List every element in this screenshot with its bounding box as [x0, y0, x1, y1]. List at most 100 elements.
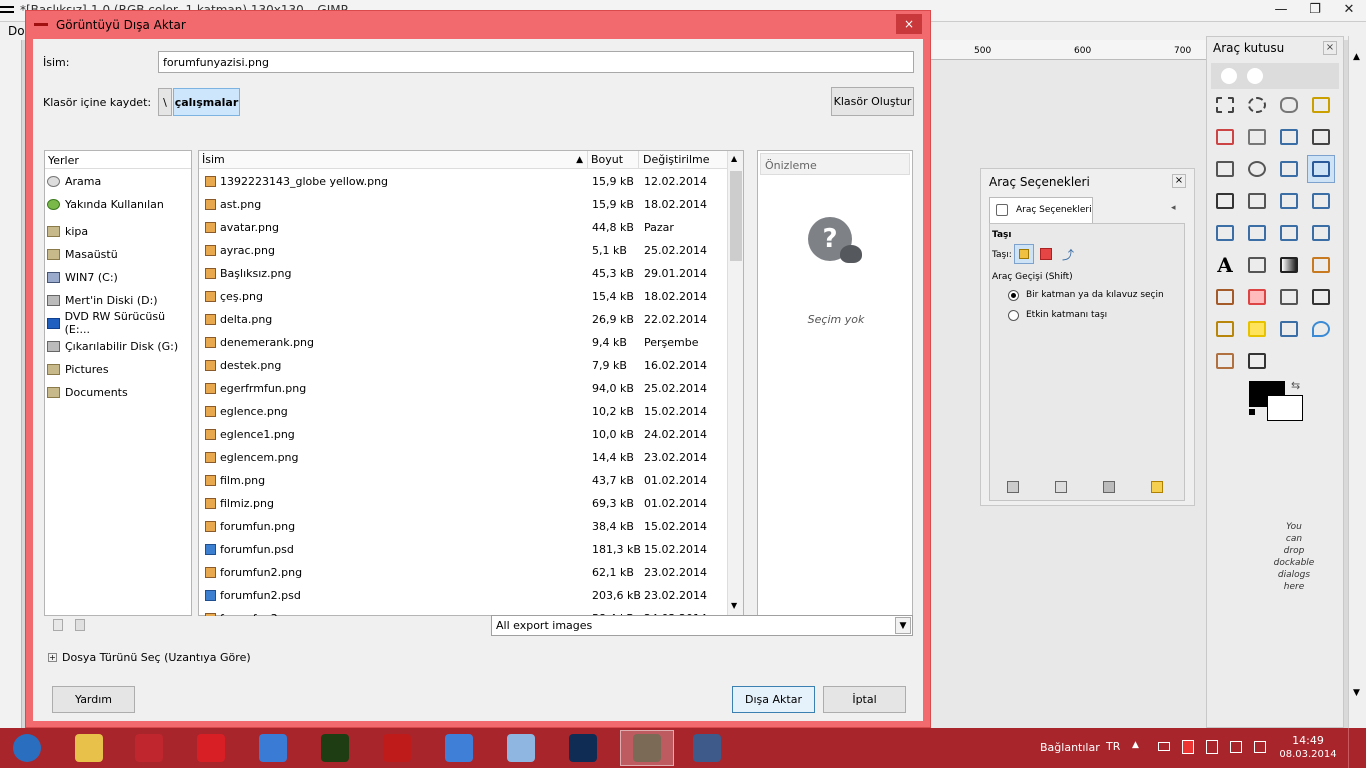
column-name-header[interactable]: İsim ▲ [199, 151, 587, 169]
chevron-down-icon[interactable]: ▼ [895, 617, 911, 634]
place-recent[interactable]: Yakında Kullanılan [47, 194, 189, 214]
dodge-burn-tool-icon[interactable] [1243, 347, 1271, 375]
place-pictures[interactable]: Pictures [47, 359, 189, 379]
taskbar-photoshop-button[interactable] [556, 730, 610, 766]
color-picker-tool-icon[interactable] [1211, 155, 1239, 183]
rotate-tool-icon[interactable] [1275, 187, 1303, 215]
file-row[interactable]: film.png 43,7 kB 01.02.2014 [199, 469, 727, 492]
measure-tool-icon[interactable] [1275, 155, 1303, 183]
device-icon[interactable] [1206, 740, 1218, 754]
file-row[interactable]: ayrac.png 5,1 kB 25.02.2014 [199, 239, 727, 262]
perspective-clone-tool-icon[interactable] [1275, 315, 1303, 343]
heal-tool-icon[interactable] [1243, 315, 1271, 343]
places-header[interactable]: Yerler [45, 151, 191, 169]
tab-menu-icon[interactable]: ◂ [1171, 203, 1176, 213]
column-modified-header[interactable]: Değiştirilme [638, 151, 727, 169]
place-desktop[interactable]: Masaüstü [47, 244, 189, 264]
file-row[interactable]: filmiz.png 69,3 kB 01.02.2014 [199, 492, 727, 515]
column-size-header[interactable]: Boyut [587, 151, 638, 169]
taskbar-dragon-button[interactable] [432, 730, 486, 766]
cage-transform-tool-icon[interactable] [1307, 219, 1335, 247]
text-tool-icon[interactable]: A [1211, 251, 1239, 279]
bucket-fill-tool-icon[interactable] [1243, 251, 1271, 279]
taskbar-media-button[interactable] [122, 730, 176, 766]
file-row[interactable]: destek.png 7,9 kB 16.02.2014 [199, 354, 727, 377]
links-label[interactable]: Bağlantılar [1040, 741, 1100, 754]
file-list-scrollbar[interactable]: ▲ ▼ [727, 151, 743, 615]
move-selection-icon[interactable] [1040, 248, 1052, 260]
file-row[interactable]: eglence.png 10,2 kB 15.02.2014 [199, 400, 727, 423]
taskbar-filezilla-button[interactable] [370, 730, 424, 766]
minimize-button[interactable]: — [1264, 0, 1298, 22]
rect-select-tool-icon[interactable] [1211, 91, 1239, 119]
select-by-color-tool-icon[interactable] [1211, 123, 1239, 151]
pdf-icon[interactable] [1182, 740, 1194, 754]
taskbar-start-button[interactable] [0, 730, 54, 766]
move-layer-icon[interactable] [1014, 244, 1034, 264]
add-bookmark-icon[interactable] [53, 619, 63, 631]
tool-options-close-button[interactable]: × [1172, 174, 1186, 188]
taskbar-dreamweaver-button[interactable] [308, 730, 362, 766]
flag-icon[interactable] [1230, 741, 1242, 753]
paths-tool-icon[interactable] [1307, 123, 1335, 151]
pick-layer-radio[interactable] [1008, 290, 1019, 301]
restore-options-icon[interactable] [1055, 481, 1067, 493]
align-tool-icon[interactable] [1211, 187, 1239, 215]
file-row[interactable]: Başlıksız.png 45,3 kB 29.01.2014 [199, 262, 727, 285]
delete-options-icon[interactable] [1103, 481, 1115, 493]
taskbar-gimp-button[interactable] [620, 730, 674, 766]
export-button[interactable]: Dışa Aktar [732, 686, 815, 713]
default-colors-icon[interactable] [1249, 409, 1255, 415]
zoom-tool-icon[interactable] [1243, 155, 1271, 183]
flip-tool-icon[interactable] [1275, 219, 1303, 247]
file-row[interactable]: eglence1.png 10,0 kB 24.02.2014 [199, 423, 727, 446]
path-folder-button[interactable]: çalışmalar [173, 88, 240, 116]
file-row[interactable]: forumfun2.png 62,1 kB 23.02.2014 [199, 561, 727, 584]
tray-up-icon[interactable]: ▲ [1132, 740, 1139, 750]
maximize-button[interactable]: ❐ [1298, 0, 1332, 22]
cancel-button[interactable]: İptal [823, 686, 906, 713]
foreground-select-tool-icon[interactable] [1275, 123, 1303, 151]
pencil-tool-icon[interactable] [1307, 251, 1335, 279]
file-row[interactable]: forumfun.psd 181,3 kB 15.02.2014 [199, 538, 727, 561]
file-row[interactable]: forumfun.png 38,4 kB 15.02.2014 [199, 515, 727, 538]
file-row[interactable]: egerfrmfun.png 94,0 kB 25.02.2014 [199, 377, 727, 400]
place-drive-c[interactable]: WIN7 (C:) [47, 267, 189, 287]
mail-icon[interactable] [1158, 742, 1170, 751]
file-name-input[interactable]: forumfunyazisi.png [158, 51, 914, 73]
file-row[interactable]: avatar.png 44,8 kB Pazar [199, 216, 727, 239]
file-type-expander[interactable]: Dosya Türünü Seç (Uzantıya Göre) [62, 651, 251, 664]
scroll-up-icon[interactable]: ▲ [1353, 52, 1360, 62]
taskbar-explorer-button[interactable] [62, 730, 116, 766]
clone-tool-icon[interactable] [1211, 315, 1239, 343]
toolbox-close-button[interactable]: × [1323, 41, 1337, 55]
close-window-button[interactable]: ✕ [1332, 0, 1366, 22]
free-select-tool-icon[interactable] [1275, 91, 1303, 119]
tool-options-tab[interactable]: Araç Seçenekleri [989, 197, 1093, 223]
move-tool-icon[interactable] [1307, 155, 1335, 183]
place-documents[interactable]: Documents [47, 382, 189, 402]
file-row[interactable]: 1392223143_globe yellow.png 15,9 kB 12.02.… [199, 170, 727, 193]
file-row[interactable]: denemerank.png 9,4 kB Perşembe [199, 331, 727, 354]
file-row[interactable]: ast.png 15,9 kB 18.02.2014 [199, 193, 727, 216]
expand-icon[interactable]: + [48, 653, 57, 662]
right-scrollbar[interactable]: ▲ ▼ [1348, 36, 1366, 728]
help-button[interactable]: Yardım [52, 686, 135, 713]
language-indicator[interactable]: TR [1106, 740, 1120, 753]
dialog-menu-icon[interactable] [34, 23, 48, 26]
create-folder-button[interactable]: Klasör Oluştur [831, 87, 914, 116]
airbrush-tool-icon[interactable] [1275, 283, 1303, 311]
scroll-thumb[interactable] [730, 171, 742, 261]
paintbrush-tool-icon[interactable] [1211, 283, 1239, 311]
move-path-icon[interactable]: ⤴ [1062, 246, 1074, 263]
place-kipa[interactable]: kipa [47, 221, 189, 241]
taskbar-globe-button[interactable] [246, 730, 300, 766]
background-color-swatch[interactable] [1267, 395, 1303, 421]
taskbar-opera-button[interactable] [184, 730, 238, 766]
move-active-radio[interactable] [1008, 310, 1019, 321]
scroll-up-icon[interactable]: ▲ [731, 154, 737, 163]
place-dvd[interactable]: DVD RW Sürücüsü (E:... [47, 310, 189, 336]
scale-tool-icon[interactable] [1307, 187, 1335, 215]
blend-tool-icon[interactable] [1275, 251, 1303, 279]
perspective-tool-icon[interactable] [1243, 219, 1271, 247]
